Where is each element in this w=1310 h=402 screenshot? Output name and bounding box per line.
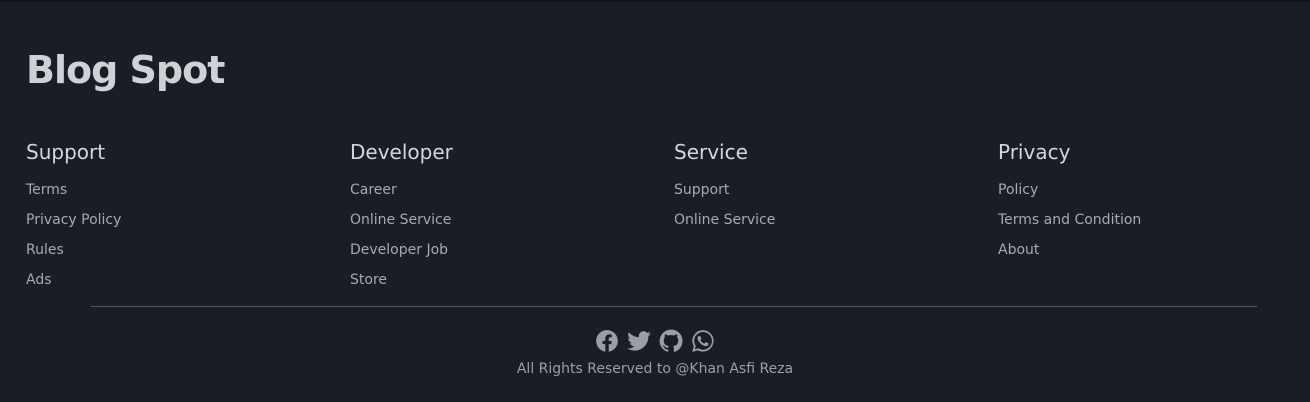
link-ads[interactable]: Ads [26, 272, 52, 288]
link-support[interactable]: Support [674, 182, 729, 198]
link-career[interactable]: Career [350, 182, 397, 198]
whatsapp-icon[interactable] [690, 328, 716, 354]
twitter-icon[interactable] [626, 328, 652, 354]
link-terms-and-condition[interactable]: Terms and Condition [998, 212, 1141, 228]
list-item: Terms and Condition [998, 210, 1310, 240]
link-terms[interactable]: Terms [26, 182, 67, 198]
list-item: Online Service [350, 210, 674, 240]
list-item: Store [350, 270, 674, 300]
link-developer-job[interactable]: Developer Job [350, 242, 448, 258]
list-item: Support [674, 180, 998, 210]
brand-title[interactable]: Blog Spot [26, 46, 225, 94]
column-title-privacy: Privacy [998, 140, 1071, 164]
link-online-service[interactable]: Online Service [350, 212, 451, 228]
list-item: Policy [998, 180, 1310, 210]
link-online-service[interactable]: Online Service [674, 212, 775, 228]
link-list-privacy: Policy Terms and Condition About [998, 180, 1310, 270]
list-item: Career [350, 180, 674, 210]
column-title-service: Service [674, 140, 748, 164]
link-rules[interactable]: Rules [26, 242, 64, 258]
list-item: About [998, 240, 1310, 270]
facebook-icon[interactable] [594, 328, 620, 354]
footer-divider [91, 306, 1257, 307]
link-privacy-policy[interactable]: Privacy Policy [26, 212, 121, 228]
list-item: Developer Job [350, 240, 674, 270]
link-store[interactable]: Store [350, 272, 387, 288]
link-list-service: Support Online Service [674, 180, 998, 240]
list-item: Online Service [674, 210, 998, 240]
site-footer: Blog Spot Support Terms Privacy Policy R… [0, 2, 1310, 402]
footer-column-service: Service Support Online Service [674, 138, 998, 300]
link-policy[interactable]: Policy [998, 182, 1038, 198]
list-item: Privacy Policy [26, 210, 350, 240]
column-title-developer: Developer [350, 140, 453, 164]
footer-column-support: Support Terms Privacy Policy Rules Ads [26, 138, 350, 300]
footer-columns: Support Terms Privacy Policy Rules Ads D… [26, 138, 1310, 300]
copyright-text: All Rights Reserved to @Khan Asfi Reza [516, 361, 794, 377]
link-list-support: Terms Privacy Policy Rules Ads [26, 180, 350, 300]
list-item: Terms [26, 180, 350, 210]
list-item: Rules [26, 240, 350, 270]
footer-column-developer: Developer Career Online Service Develope… [350, 138, 674, 300]
footer-column-privacy: Privacy Policy Terms and Condition About [998, 138, 1310, 300]
link-list-developer: Career Online Service Developer Job Stor… [350, 180, 674, 300]
link-about[interactable]: About [998, 242, 1039, 258]
social-links [0, 328, 1310, 354]
column-title-support: Support [26, 140, 106, 164]
list-item: Ads [26, 270, 350, 300]
github-icon[interactable] [658, 328, 684, 354]
